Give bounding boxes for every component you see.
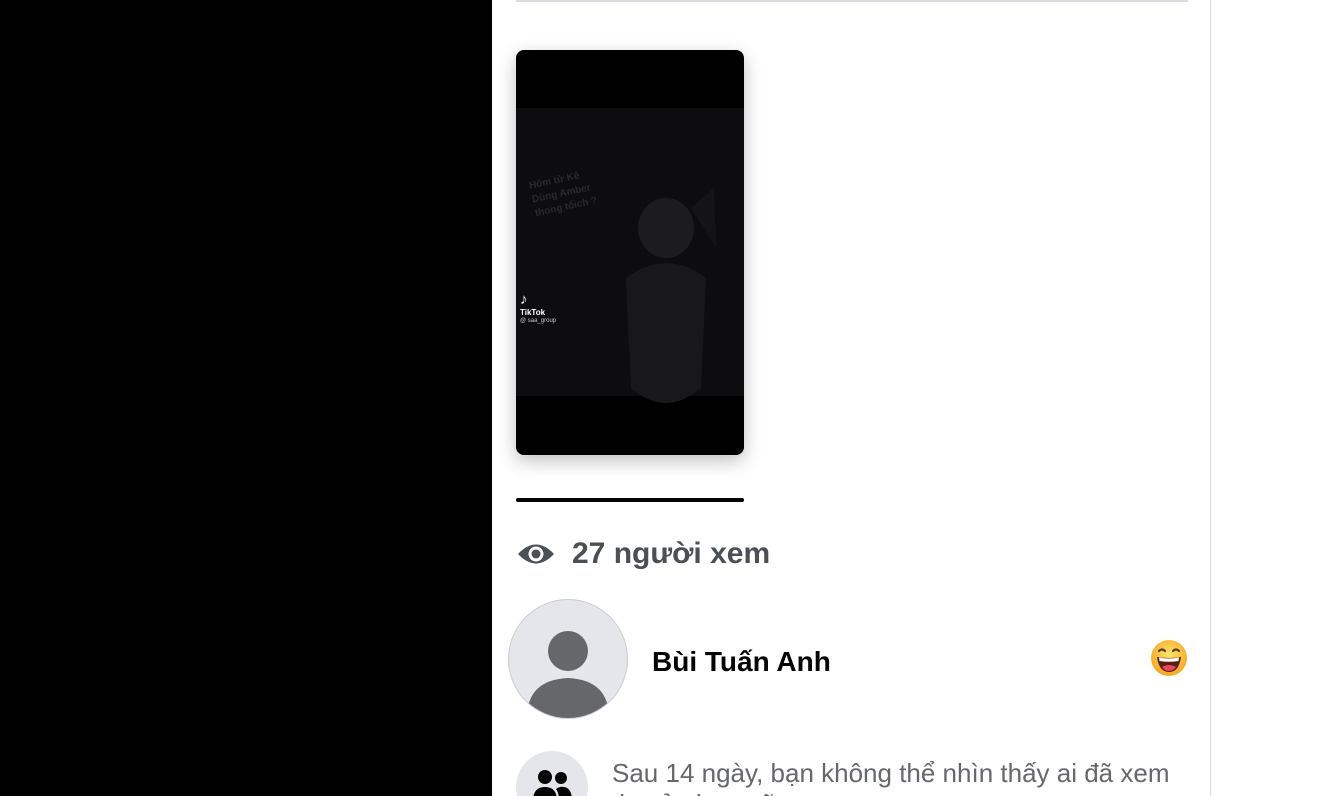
grinning-face-emoji-icon [1151, 640, 1187, 676]
story-video-frame: Hôm từ Kê Dùng Amber thong tổich ? ♪ Tik… [516, 108, 744, 403]
story-thumbnail[interactable]: Hôm từ Kê Dùng Amber thong tổich ? ♪ Tik… [516, 50, 744, 455]
story-progress-bar [516, 498, 744, 502]
privacy-note-text: Sau 14 ngày, bạn không thể nhìn thấy ai … [612, 758, 1170, 796]
tiktok-icon: ♪ [520, 291, 528, 308]
avatar[interactable] [508, 599, 628, 719]
default-avatar-icon [527, 631, 609, 718]
eye-icon [518, 544, 554, 564]
tiktok-watermark: ♪ TikTok @ saa_group [520, 292, 556, 326]
divider [516, 0, 1188, 2]
right-blank-area [1210, 0, 1342, 796]
story-viewers-panel: Hôm từ Kê Dùng Amber thong tổich ? ♪ Tik… [492, 0, 1210, 796]
people-icon [516, 751, 588, 796]
viewer-count-label: 27 người xem [572, 537, 771, 570]
viewer-name[interactable]: Bùi Tuấn Anh [652, 646, 831, 678]
privacy-note: Sau 14 ngày, bạn không thể nhìn thấy ai … [516, 751, 1188, 796]
tiktok-handle: @ saa_group [520, 318, 557, 324]
viewer-count: 27 người xem [516, 532, 770, 576]
tiktok-brand: TikTok [520, 308, 546, 317]
story-figure-silhouette [626, 188, 716, 403]
viewer-list-item[interactable]: Bùi Tuấn Anh [508, 599, 1188, 719]
